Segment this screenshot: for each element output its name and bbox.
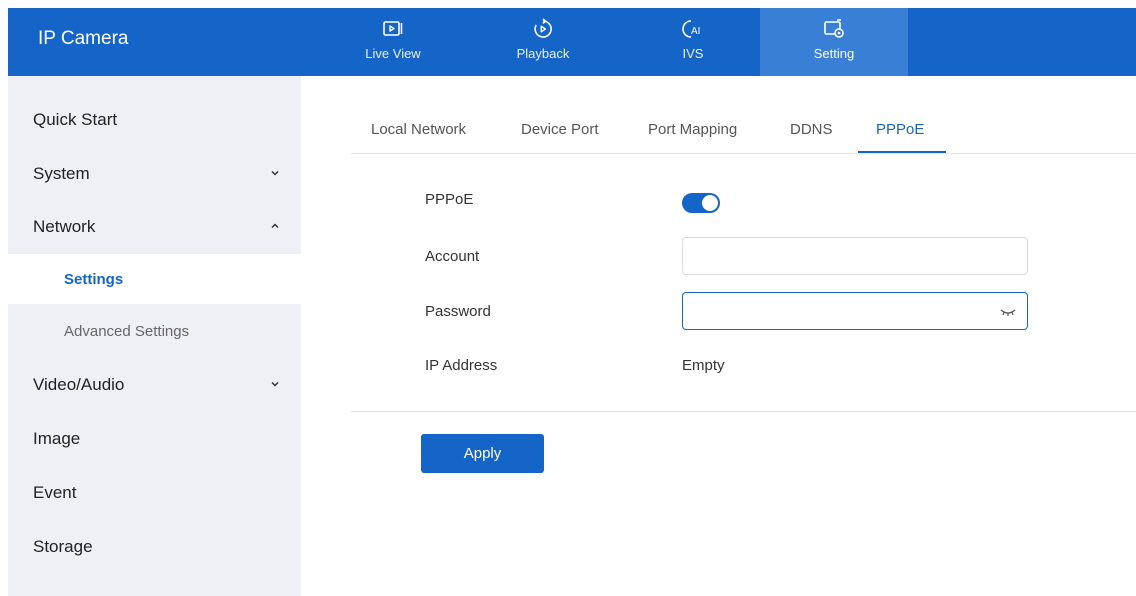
chevron-down-icon — [271, 381, 279, 387]
password-label: Password — [425, 303, 491, 320]
nav-label: Live View — [365, 46, 421, 61]
toggle-knob — [702, 195, 718, 211]
nav-label: Setting — [813, 46, 855, 61]
tab-pppoe[interactable]: PPPoE — [876, 121, 924, 138]
sidebar-subitem-settings[interactable]: Settings — [8, 254, 301, 304]
chevron-down-icon — [271, 170, 279, 176]
sidebar-item-label: System — [33, 163, 90, 183]
sidebar-item-label: Video/Audio — [33, 374, 125, 394]
sidebar-item-label: Event — [33, 482, 77, 502]
account-label: Account — [425, 248, 480, 265]
ip-address-label: IP Address — [425, 357, 498, 374]
account-input[interactable] — [682, 237, 1028, 275]
playback-icon — [534, 18, 552, 38]
nav-live-view[interactable]: Live View — [343, 8, 443, 76]
sidebar-item-label: Network — [33, 216, 96, 236]
pppoe-toggle[interactable] — [682, 193, 720, 213]
sidebar-item-quick-start[interactable]: Quick Start — [8, 93, 301, 146]
sidebar-item-label: Advanced Settings — [64, 322, 190, 340]
top-bar: IP Camera Live View Playback AI IVS Sett… — [8, 8, 1136, 76]
sidebar-item-video-audio[interactable]: Video/Audio — [8, 358, 301, 411]
tab-local-network[interactable]: Local Network — [371, 121, 466, 138]
pppoe-label: PPPoE — [425, 191, 474, 208]
tab-device-port[interactable]: Device Port — [521, 121, 599, 138]
sidebar-item-system[interactable]: System — [8, 147, 301, 200]
eye-closed-icon[interactable] — [1000, 307, 1016, 317]
password-input[interactable] — [682, 292, 1028, 330]
live-view-icon — [383, 21, 403, 36]
nav-playback[interactable]: Playback — [493, 8, 593, 76]
ip-address-value: Empty — [682, 357, 725, 374]
sidebar: Quick Start System Network Settings Adva… — [8, 76, 301, 596]
sidebar-subitem-advanced-settings[interactable]: Advanced Settings — [8, 306, 301, 356]
chevron-up-icon — [271, 223, 279, 229]
sidebar-item-label: Image — [33, 428, 81, 448]
sidebar-item-image[interactable]: Image — [8, 412, 301, 465]
nav-label: Playback — [516, 46, 570, 61]
tab-ddns[interactable]: DDNS — [790, 121, 833, 138]
form-divider — [351, 411, 1136, 412]
setting-icon — [824, 19, 844, 38]
tab-divider — [351, 153, 1136, 154]
tab-port-mapping[interactable]: Port Mapping — [648, 121, 737, 138]
sidebar-item-label: Quick Start — [33, 109, 118, 129]
sidebar-item-label: Storage — [33, 536, 93, 556]
svg-text:AI: AI — [691, 26, 700, 37]
sidebar-item-label: Settings — [64, 270, 124, 288]
sidebar-item-storage[interactable]: Storage — [8, 520, 301, 573]
sidebar-item-event[interactable]: Event — [8, 466, 301, 519]
nav-setting[interactable]: Setting — [760, 8, 908, 76]
nav-ivs[interactable]: AI IVS — [643, 8, 743, 76]
apply-button[interactable]: Apply — [421, 434, 544, 473]
app-title: IP Camera — [38, 28, 129, 49]
nav-label: IVS — [682, 46, 704, 61]
sidebar-item-network[interactable]: Network — [8, 200, 301, 253]
ivs-ai-icon: AI — [682, 20, 700, 38]
